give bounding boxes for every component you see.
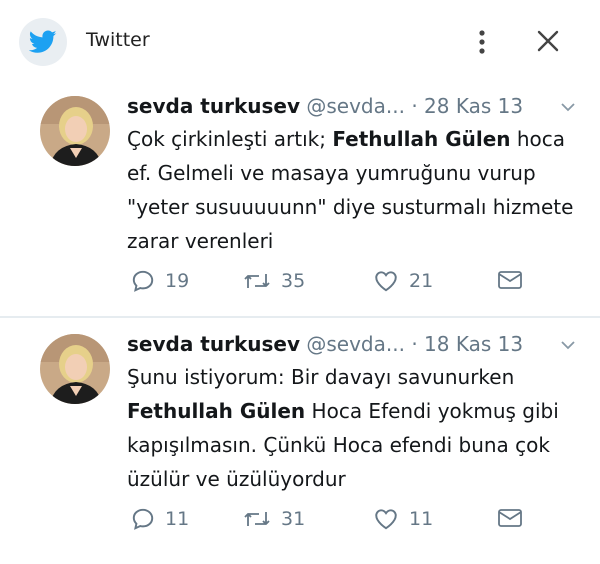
more-vertical-icon[interactable] bbox=[470, 28, 494, 56]
avatar[interactable] bbox=[40, 334, 110, 404]
tweet-actions: 11 31 11 bbox=[0, 506, 600, 536]
heart-icon bbox=[375, 271, 397, 292]
chevron-down-icon[interactable] bbox=[560, 338, 576, 352]
tweet-text-bold: Fethullah Gülen bbox=[332, 127, 511, 151]
message-button[interactable] bbox=[496, 506, 524, 530]
reply-icon bbox=[132, 270, 154, 292]
retweet-count: 31 bbox=[281, 508, 306, 530]
user-name[interactable]: sevda turkusev bbox=[127, 332, 300, 356]
user-name[interactable]: sevda turkusev bbox=[127, 94, 300, 118]
tweet-text-bold: Fethullah Gülen bbox=[127, 399, 306, 423]
like-button[interactable]: 21 bbox=[372, 268, 433, 294]
reply-count: 19 bbox=[165, 270, 190, 292]
retweet-icon bbox=[244, 274, 270, 288]
like-count: 21 bbox=[409, 270, 434, 292]
like-count: 11 bbox=[409, 508, 434, 530]
chevron-down-icon[interactable] bbox=[560, 100, 576, 114]
like-button[interactable]: 11 bbox=[372, 506, 433, 532]
message-icon bbox=[498, 509, 522, 527]
avatar[interactable] bbox=[40, 96, 110, 166]
retweet-button[interactable]: 35 bbox=[242, 268, 305, 294]
reply-button[interactable]: 19 bbox=[130, 268, 189, 294]
tweet-header: sevda turkusev @sevda... · 18 Kas 13 bbox=[127, 332, 523, 356]
separator-dot: · bbox=[411, 332, 418, 356]
app-title: Twitter bbox=[86, 29, 150, 51]
twitter-bird-icon bbox=[19, 18, 67, 66]
retweet-button[interactable]: 31 bbox=[242, 506, 305, 532]
tweet[interactable]: sevda turkusev @sevda... · 28 Kas 13 Çok… bbox=[0, 82, 600, 314]
reply-icon bbox=[132, 508, 154, 530]
tweet-text-part: Şunu istiyorum: Bir davayı savunurken bbox=[127, 365, 515, 389]
close-icon[interactable] bbox=[536, 29, 560, 53]
app-bar: Twitter bbox=[0, 0, 600, 82]
reply-button[interactable]: 11 bbox=[130, 506, 189, 532]
user-handle[interactable]: @sevda... bbox=[306, 332, 405, 356]
heart-icon bbox=[375, 509, 397, 530]
tweet-actions: 19 35 21 bbox=[0, 268, 600, 298]
reply-count: 11 bbox=[165, 508, 190, 530]
tweet-text: Çok çirkinleşti artık; Fethullah Gülen h… bbox=[127, 122, 587, 258]
retweet-icon bbox=[244, 512, 270, 526]
tweet-text: Şunu istiyorum: Bir davayı savunurken Fe… bbox=[127, 360, 587, 496]
tweet-header: sevda turkusev @sevda... · 28 Kas 13 bbox=[127, 94, 523, 118]
tweet-text-part: Çok çirkinleşti artık; bbox=[127, 127, 333, 151]
tweet[interactable]: sevda turkusev @sevda... · 18 Kas 13 Şun… bbox=[0, 320, 600, 552]
separator-dot: · bbox=[411, 94, 418, 118]
retweet-count: 35 bbox=[281, 270, 306, 292]
tweet-date[interactable]: 18 Kas 13 bbox=[424, 332, 523, 356]
tweet-date[interactable]: 28 Kas 13 bbox=[424, 94, 523, 118]
divider bbox=[0, 316, 600, 318]
message-button[interactable] bbox=[496, 268, 524, 292]
user-handle[interactable]: @sevda... bbox=[306, 94, 405, 118]
message-icon bbox=[498, 271, 522, 289]
